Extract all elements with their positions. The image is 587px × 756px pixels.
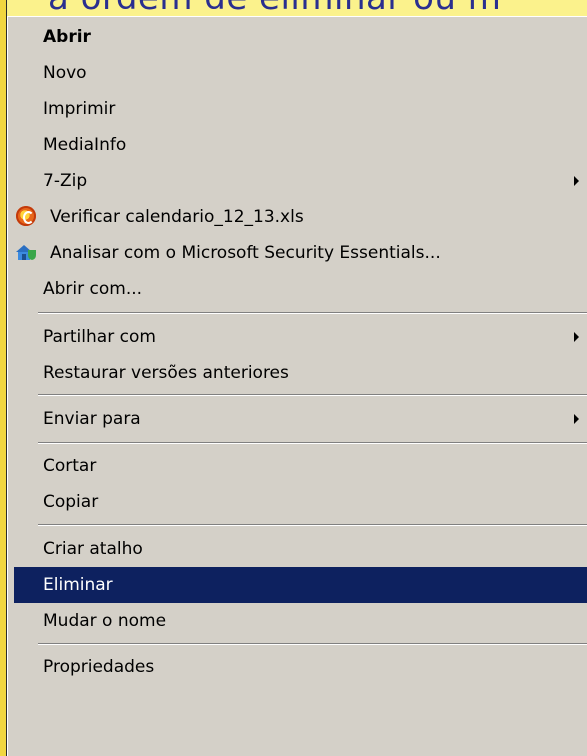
menu-item-abrir[interactable]: Abrir xyxy=(14,19,587,55)
verify-icon xyxy=(16,206,36,226)
submenu-arrow-icon xyxy=(574,176,579,186)
menu-item-label: Verificar calendario_12_13.xls xyxy=(50,207,304,227)
menu-item-copiar[interactable]: Copiar xyxy=(14,484,587,520)
menu-item-label: Partilhar com xyxy=(43,327,156,347)
menu-item-label: Analisar com o Microsoft Security Essent… xyxy=(50,243,441,263)
menu-item-mediainfo[interactable]: MediaInfo xyxy=(14,127,587,163)
menu-item-enviar-para[interactable]: Enviar para xyxy=(14,401,587,437)
menu-item-label: Abrir com... xyxy=(43,279,143,299)
submenu-arrow-icon xyxy=(574,332,579,342)
background-left-edge xyxy=(0,0,7,756)
context-menu: Abrir Novo Imprimir MediaInfo 7-Zip Veri… xyxy=(7,16,587,756)
menu-item-7zip[interactable]: 7-Zip xyxy=(14,163,587,199)
menu-item-label: Cortar xyxy=(43,456,97,476)
menu-item-label: Imprimir xyxy=(43,99,116,119)
menu-item-label: Criar atalho xyxy=(43,539,143,559)
menu-item-restaurar[interactable]: Restaurar versões anteriores xyxy=(14,355,587,391)
menu-item-cortar[interactable]: Cortar xyxy=(14,448,587,484)
submenu-arrow-icon xyxy=(574,414,579,424)
menu-item-label: Novo xyxy=(43,63,87,83)
menu-item-eliminar[interactable]: Eliminar xyxy=(14,567,587,603)
menu-item-criar-atalho[interactable]: Criar atalho xyxy=(14,531,587,567)
menu-separator xyxy=(38,442,587,444)
menu-item-abrir-com[interactable]: Abrir com... xyxy=(14,271,587,307)
menu-item-analisar[interactable]: Analisar com o Microsoft Security Essent… xyxy=(14,235,587,271)
menu-separator xyxy=(38,643,587,645)
menu-item-imprimir[interactable]: Imprimir xyxy=(14,91,587,127)
menu-item-label: Enviar para xyxy=(43,409,141,429)
security-essentials-icon xyxy=(16,245,36,260)
menu-item-label: Eliminar xyxy=(43,575,113,595)
menu-separator xyxy=(38,524,587,526)
menu-item-label: 7-Zip xyxy=(43,171,88,191)
menu-item-mudar-o-nome[interactable]: Mudar o nome xyxy=(14,603,587,639)
menu-separator xyxy=(38,394,587,396)
menu-item-label: Propriedades xyxy=(43,657,155,677)
menu-separator xyxy=(38,312,587,314)
menu-item-label: Restaurar versões anteriores xyxy=(43,363,289,383)
menu-item-label: Abrir xyxy=(43,27,91,47)
menu-item-verificar[interactable]: Verificar calendario_12_13.xls xyxy=(14,199,587,235)
menu-item-novo[interactable]: Novo xyxy=(14,55,587,91)
menu-item-partilhar-com[interactable]: Partilhar com xyxy=(14,319,587,355)
menu-item-propriedades[interactable]: Propriedades xyxy=(14,649,587,685)
menu-item-label: Copiar xyxy=(43,492,99,512)
menu-item-label: Mudar o nome xyxy=(43,611,167,631)
menu-item-label: MediaInfo xyxy=(43,135,127,155)
